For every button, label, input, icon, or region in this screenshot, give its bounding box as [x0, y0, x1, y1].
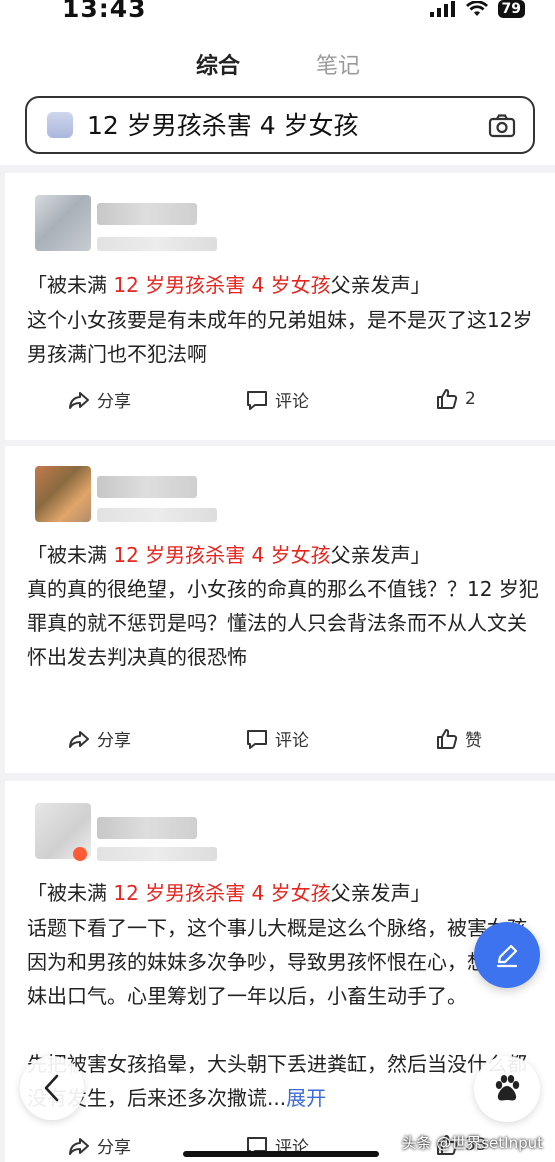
author-name-blurred [97, 203, 197, 225]
topic-highlight: 12 岁男孩杀害 4 岁女孩 [113, 273, 331, 297]
post-actions: 分享 评论 赞 [5, 726, 555, 756]
post-topic[interactable]: 「被未满 12 岁男孩杀害 4 岁女孩父亲发声」 [27, 541, 431, 569]
post-body-continued: 先把被害女孩掐晕，大头朝下丢进粪缸，然后当没什么都没有发生，后来还多次撒谎...… [27, 1047, 542, 1115]
post-meta-blurred [97, 237, 217, 251]
baidu-paw-icon [495, 1075, 520, 1101]
status-icons: 79 [429, 0, 525, 18]
share-label: 分享 [97, 1138, 131, 1158]
like-label: 赞 [465, 731, 482, 751]
topic-suffix: 父亲发声」 [330, 273, 431, 297]
share-label: 分享 [97, 731, 131, 751]
post-actions: 分享 评论 2 [5, 387, 555, 417]
pencil-icon [496, 944, 518, 968]
chevron-left-icon [44, 1074, 59, 1102]
post-body: 这个小女孩要是有未成年的兄弟姐妹，是不是灭了这12岁男孩满门也不犯法啊 [27, 308, 533, 366]
comment-button[interactable]: 评论 [245, 387, 309, 412]
topic-highlight: 12 岁男孩杀害 4 岁女孩 [113, 881, 331, 905]
search-image-thumbnail [47, 112, 73, 138]
post-topic[interactable]: 「被未满 12 岁男孩杀害 4 岁女孩父亲发声」 [27, 271, 431, 299]
post-body-line: 先把被害女孩掐晕，大头朝下丢进粪缸，然后当没什么都没有发生，后来还多次撒谎...… [27, 1047, 542, 1115]
comment-icon [247, 390, 267, 410]
tab-bar: 综合 笔记 [0, 50, 555, 84]
wifi-icon [465, 1, 488, 16]
topic-prefix: 「被未满 [27, 273, 114, 297]
post-body: 话题下看了一下，这个事儿大概是这么个脉络，被害女孩因为和男孩的妹妹多次争吵，导致… [27, 916, 527, 1008]
share-button[interactable]: 分享 [67, 1133, 131, 1158]
thumbs-up-icon [437, 728, 458, 749]
signal-icon [429, 1, 455, 17]
post-meta-blurred [97, 508, 217, 522]
post-body-tail: 先把被害女孩掐晕，大头朝下丢进粪缸，然后当没什么都没有发生，后来还多次撒谎... [27, 1052, 527, 1110]
like-button[interactable]: 赞 [435, 726, 482, 751]
topic-prefix: 「被未满 [27, 543, 114, 567]
expand-link[interactable]: 展开 [286, 1086, 326, 1110]
topic-prefix: 「被未满 [27, 881, 114, 905]
search-query-text: 12 岁男孩杀害 4 岁女孩 [87, 111, 359, 140]
topic-highlight: 12 岁男孩杀害 4 岁女孩 [113, 543, 331, 567]
post-topic[interactable]: 「被未满 12 岁男孩杀害 4 岁女孩父亲发声」 [27, 879, 431, 907]
comment-icon [247, 729, 267, 749]
author-name-blurred [97, 817, 197, 839]
comment-button[interactable]: 评论 [245, 726, 309, 751]
topic-suffix: 父亲发声」 [330, 881, 431, 905]
watermark: 头条 @世界setInput [401, 1134, 543, 1152]
post-body: 真的真的很绝望，小女孩的命真的那么不值钱？？12 岁犯罪真的就不惩罚是吗？懂法的… [27, 577, 539, 669]
like-count: 2 [465, 389, 476, 409]
comment-label: 评论 [275, 731, 309, 751]
search-header: 综合 笔记 12 岁男孩杀害 4 岁女孩 [0, 30, 555, 165]
share-button[interactable]: 分享 [67, 387, 131, 412]
home-indicator [183, 1151, 379, 1157]
topic-suffix: 父亲发声」 [330, 543, 431, 567]
baidu-button[interactable] [474, 1056, 540, 1122]
thumbs-up-icon [437, 389, 458, 409]
search-input[interactable]: 12 岁男孩杀害 4 岁女孩 [25, 96, 535, 154]
post-card[interactable]: 「被未满 12 岁男孩杀害 4 岁女孩父亲发声」 话题下看了一下，这个事儿大概是… [5, 781, 555, 1162]
like-button[interactable]: 2 [435, 387, 476, 411]
share-icon [69, 730, 89, 748]
post-meta-blurred [97, 847, 217, 861]
share-label: 分享 [97, 392, 131, 412]
share-icon [69, 1137, 89, 1155]
battery-indicator: 79 [497, 0, 525, 18]
back-button[interactable] [20, 1056, 84, 1120]
avatar[interactable] [35, 803, 91, 861]
share-button[interactable]: 分享 [67, 726, 131, 751]
author-name-blurred [97, 476, 197, 498]
tab-comprehensive[interactable]: 综合 [196, 50, 240, 84]
compose-button[interactable] [474, 922, 540, 988]
camera-icon[interactable] [487, 111, 517, 141]
status-bar: 13:43 79 [0, 0, 555, 30]
avatar[interactable] [35, 466, 91, 522]
avatar[interactable] [35, 195, 91, 251]
status-time: 13:43 [62, 0, 147, 23]
post-card[interactable]: 「被未满 12 岁男孩杀害 4 岁女孩父亲发声」 真的真的很绝望，小女孩的命真的… [5, 446, 555, 773]
comment-label: 评论 [275, 392, 309, 412]
post-card[interactable]: 「被未满 12 岁男孩杀害 4 岁女孩父亲发声」 这个小女孩要是有未成年的兄弟姐… [5, 173, 555, 440]
tab-notes[interactable]: 笔记 [316, 50, 360, 84]
share-icon [69, 391, 89, 409]
